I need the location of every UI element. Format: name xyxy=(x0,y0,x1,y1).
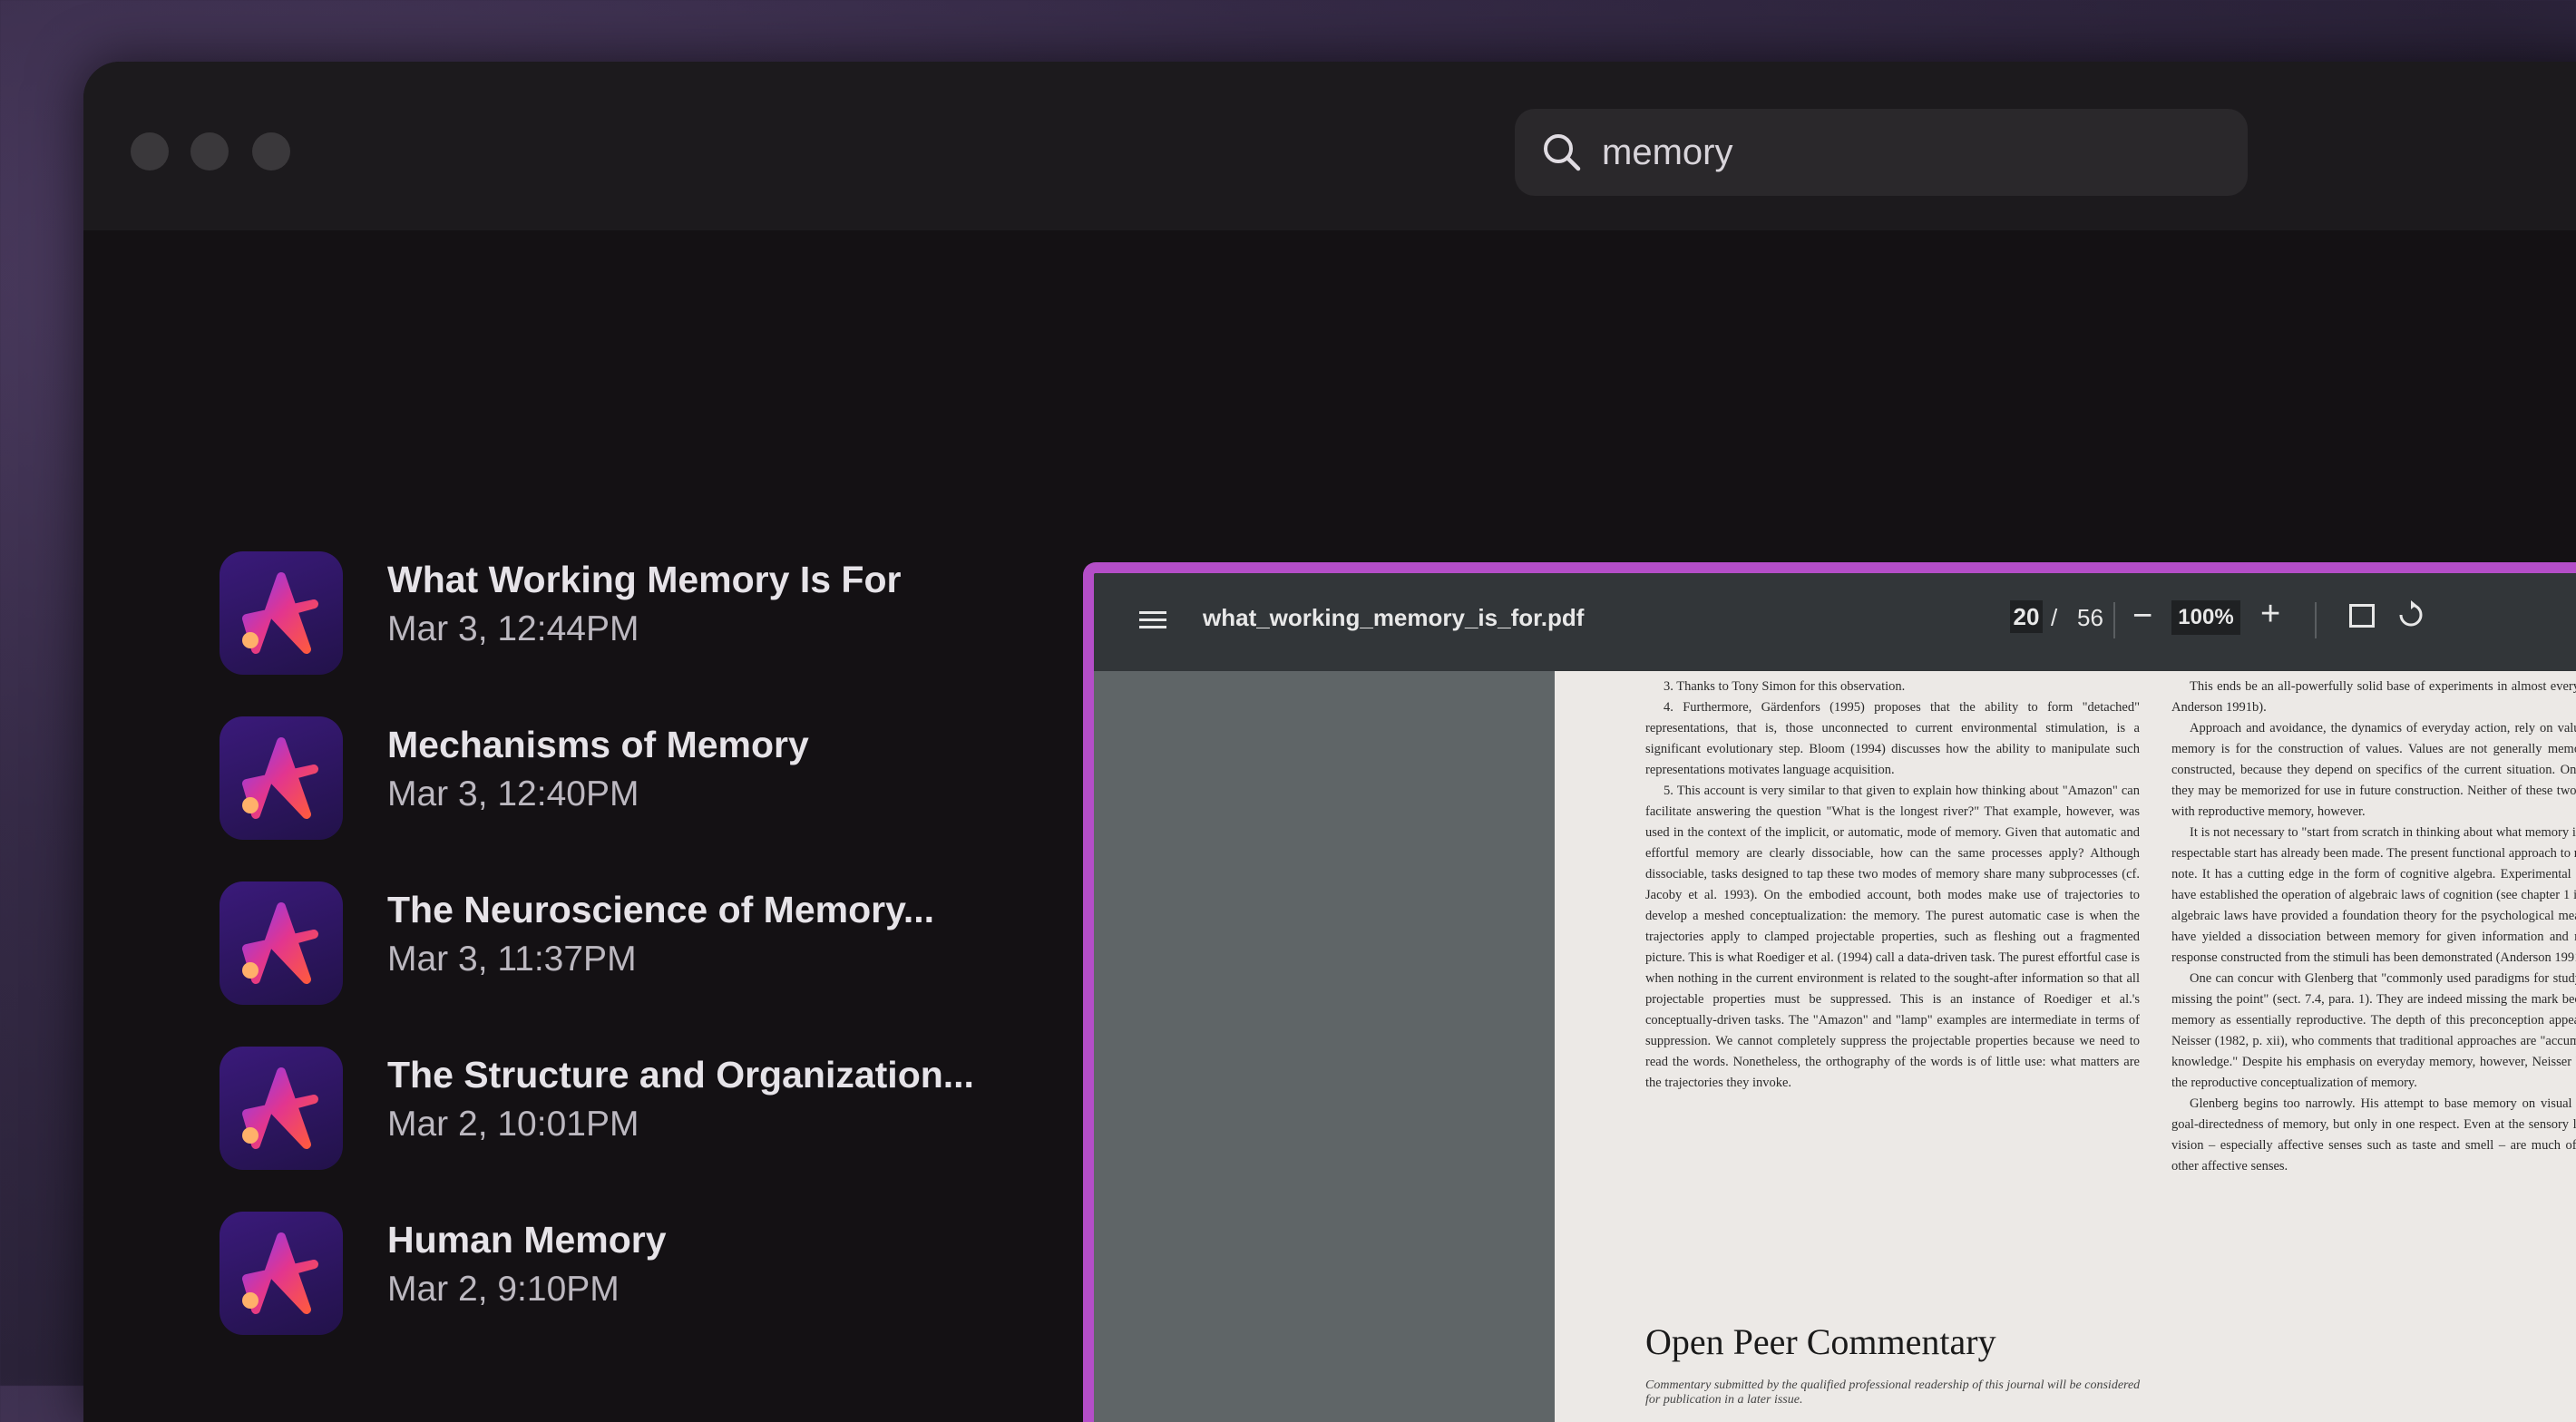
minimize-window-button[interactable] xyxy=(190,132,229,170)
result-title: Human Memory xyxy=(387,1219,667,1261)
result-title: Mechanisms of Memory xyxy=(387,724,809,765)
app-logo-icon xyxy=(220,1047,343,1170)
app-logo-icon xyxy=(220,716,343,840)
result-item[interactable]: The Structure and Organization... Mar 2, … xyxy=(220,1047,1090,1174)
rotate-icon[interactable] xyxy=(2396,600,2425,629)
result-item[interactable]: The Neuroscience of Memory... Mar 3, 11:3… xyxy=(220,881,1090,1008)
zoom-in-button[interactable]: + xyxy=(2260,595,2280,634)
result-item[interactable]: Human Memory Mar 2, 9:10PM xyxy=(220,1212,1090,1339)
paragraph: 3. Thanks to Tony Simon for this observa… xyxy=(1664,679,1906,694)
app-logo-icon xyxy=(220,1212,343,1335)
section-heading: Open Peer Commentary xyxy=(1645,1321,1996,1362)
text-column-left: 3. Thanks to Tony Simon for this observa… xyxy=(1645,677,2140,1094)
app-logo-icon xyxy=(220,551,343,675)
text-column-right: This ends be an all-powerfully solid bas… xyxy=(2171,677,2576,1177)
toolbar-divider xyxy=(2113,602,2115,638)
close-window-button[interactable] xyxy=(131,132,169,170)
result-title: The Neuroscience of Memory... xyxy=(387,889,935,930)
result-date: Mar 2, 9:10PM xyxy=(387,1270,620,1309)
pdf-viewer: what_working_memory_is_for.pdf 20 / 56 −… xyxy=(1083,562,2576,1422)
menu-icon[interactable] xyxy=(1139,609,1166,631)
paragraph: 5. This account is very similar to that … xyxy=(1645,784,2140,1090)
pdf-toolbar: what_working_memory_is_for.pdf 20 / 56 −… xyxy=(1094,573,2576,671)
commentary-note: Commentary submitted by the qualified pr… xyxy=(1645,1378,2141,1407)
paragraph: Approach and avoidance, the dynamics of … xyxy=(2171,721,2576,819)
result-date: Mar 3, 12:44PM xyxy=(387,609,639,648)
pdf-filename: what_working_memory_is_for.pdf xyxy=(1203,604,1585,631)
maximize-window-button[interactable] xyxy=(252,132,290,170)
result-title: What Working Memory Is For xyxy=(387,559,902,600)
app-window: What Working Memory Is For Mar 3, 12:44PM… xyxy=(83,62,2576,1422)
result-date: Mar 3, 11:37PM xyxy=(387,940,637,979)
result-item[interactable]: Mechanisms of Memory Mar 3, 12:40PM xyxy=(220,716,1090,843)
toolbar-divider xyxy=(2315,602,2317,638)
zoom-level[interactable]: 100% xyxy=(2171,600,2240,635)
paragraph: It is not necessary to "start from scrat… xyxy=(2171,825,2576,965)
result-date: Mar 3, 12:40PM xyxy=(387,774,639,813)
pdf-page: 3. Thanks to Tony Simon for this observa… xyxy=(1555,671,2576,1422)
title-bar xyxy=(83,62,2576,230)
search-icon xyxy=(1544,134,1581,171)
result-item[interactable]: What Working Memory Is For Mar 3, 12:44PM xyxy=(220,551,1090,678)
paragraph: Glenberg begins too narrowly. His attemp… xyxy=(2171,1096,2576,1174)
paragraph: One can concur with Glenberg that "commo… xyxy=(2171,971,2576,1090)
search-bar[interactable] xyxy=(1515,109,2248,196)
search-input[interactable] xyxy=(1600,131,2220,174)
zoom-out-button[interactable]: − xyxy=(2132,597,2152,636)
total-pages: 56 xyxy=(2077,604,2103,631)
paragraph: This ends be an all-powerfully solid bas… xyxy=(2171,679,2576,715)
app-logo-icon xyxy=(220,881,343,1005)
result-title: The Structure and Organization... xyxy=(387,1054,974,1096)
page-separator: / xyxy=(2051,604,2058,631)
result-date: Mar 2, 10:01PM xyxy=(387,1105,639,1144)
paragraph: 4. Furthermore, Gärdenfors (1995) propos… xyxy=(1645,700,2140,777)
page-number-input[interactable]: 20 xyxy=(2010,600,2043,633)
fit-page-icon[interactable] xyxy=(2349,604,2375,628)
